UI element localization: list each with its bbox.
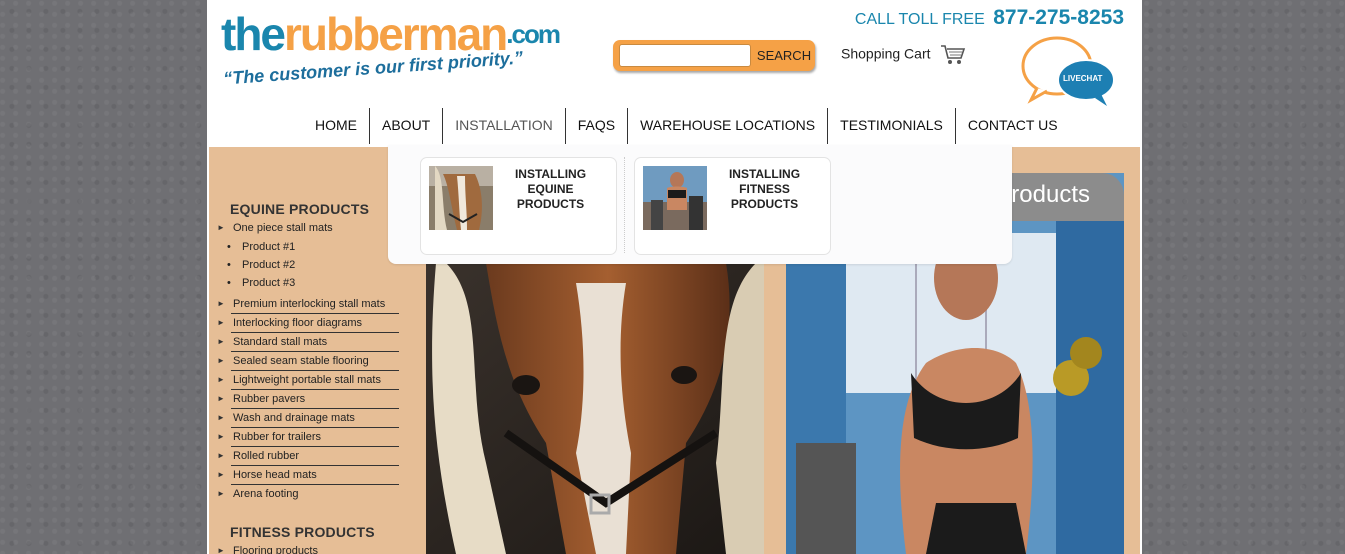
sidebar-item-label: Sealed seam stable flooring [233, 355, 369, 367]
fitness-banner-title: roducts [1011, 181, 1090, 208]
livechat-label: LIVECHAT [1063, 74, 1103, 83]
bullet-arrow-icon: ► [217, 337, 225, 346]
bullet-arrow-icon: ► [217, 470, 225, 479]
bullet-arrow-icon: ► [217, 413, 225, 422]
sidebar-subitem-label: Product #2 [242, 259, 296, 271]
dropdown-separator [624, 157, 625, 253]
bullet-arrow-icon: ► [217, 394, 225, 403]
sidebar-item[interactable]: ► Flooring products [209, 542, 399, 554]
sidebar-item-label: One piece stall mats [233, 222, 333, 234]
sidebar-subitem-label: Product #1 [242, 241, 296, 253]
sidebar-item[interactable]: ► Premium interlocking stall mats [209, 295, 399, 314]
bullet-dot-icon: • [227, 277, 231, 289]
sidebar-heading-equine: EQUINE PRODUCTS [230, 201, 370, 217]
horse-image [426, 263, 764, 554]
shopping-cart-label: Shopping Cart [841, 45, 931, 62]
bullet-dot-icon: • [227, 259, 231, 271]
dropdown-item-label: INSTALLING FITNESS PRODUCTS [728, 167, 801, 211]
nav-warehouse-locations[interactable]: WAREHOUSE LOCATIONS [627, 108, 827, 144]
sidebar-item[interactable]: ► One piece stall mats [209, 219, 399, 238]
nav-testimonials[interactable]: TESTIMONIALS [827, 108, 955, 144]
search-input[interactable] [619, 44, 751, 67]
bullet-arrow-icon: ► [217, 546, 225, 554]
bullet-arrow-icon: ► [217, 451, 225, 460]
equine-products-photo[interactable] [426, 263, 764, 554]
bullet-arrow-icon: ► [217, 318, 225, 327]
sidebar-item-label: Rubber pavers [233, 393, 306, 405]
sidebar-item[interactable]: ► Rubber pavers [209, 390, 399, 409]
fitness-thumbnail [643, 166, 707, 230]
bullet-arrow-icon: ► [217, 299, 225, 308]
installation-dropdown: INSTALLING EQUINE PRODUCTS INSTALLING FI… [388, 145, 1012, 264]
nav-installation[interactable]: INSTALLATION [442, 108, 565, 144]
bullet-dot-icon: • [227, 241, 231, 253]
dropdown-item-installing-fitness[interactable]: INSTALLING FITNESS PRODUCTS [634, 157, 831, 255]
sidebar-item-label: Arena footing [233, 488, 299, 500]
main-nav: HOME ABOUT INSTALLATION FAQS WAREHOUSE L… [303, 108, 1070, 144]
sidebar-item-label: Interlocking floor diagrams [233, 317, 363, 329]
search-bar: SEARCH [613, 40, 815, 71]
site-logo[interactable]: therubberman.com “The customer is our fi… [221, 8, 561, 98]
sidebar-subitem[interactable]: • Product #3 [209, 274, 399, 292]
sidebar-item[interactable]: ► Interlocking floor diagrams [209, 314, 399, 333]
livechat-button[interactable]: LIVECHAT [1017, 36, 1117, 108]
toll-free-phone: CALL TOLL FREE 877-275-8253 [855, 6, 1124, 30]
sidebar-subitem[interactable]: • Product #1 [209, 238, 399, 256]
sidebar-item-label: Horse head mats [233, 469, 317, 481]
sidebar-item-label: Lightweight portable stall mats [233, 374, 381, 386]
bullet-arrow-icon: ► [217, 356, 225, 365]
bullet-arrow-icon: ► [217, 375, 225, 384]
sidebar-heading-fitness: FITNESS PRODUCTS [230, 524, 375, 540]
sidebar-item[interactable]: ► Horse head mats [209, 466, 399, 485]
sidebar-item[interactable]: ► Arena footing [209, 485, 399, 504]
shopping-cart-icon [941, 45, 966, 64]
nav-about[interactable]: ABOUT [369, 108, 442, 144]
sidebar-item[interactable]: ► Rubber for trailers [209, 428, 399, 447]
shopping-cart-link[interactable]: Shopping Cart [841, 44, 966, 66]
bullet-arrow-icon: ► [217, 489, 225, 498]
search-button[interactable]: SEARCH [753, 40, 815, 71]
sidebar-item-label: Standard stall mats [233, 336, 328, 348]
sidebar-item[interactable]: ► Sealed seam stable flooring [209, 352, 399, 371]
sidebar-item-label: Flooring products [233, 545, 318, 554]
horse-thumbnail [429, 166, 493, 230]
bullet-arrow-icon: ► [217, 432, 225, 441]
sidebar-item-label: Premium interlocking stall mats [233, 298, 386, 310]
nav-contact-us[interactable]: CONTACT US [954, 108, 1070, 144]
nav-home[interactable]: HOME [303, 108, 369, 144]
sidebar-fitness-section: FITNESS PRODUCTS ► Flooring products [209, 524, 399, 554]
sidebar-item-label: Wash and drainage mats [233, 412, 355, 424]
sidebar-item-label: Rubber for trailers [233, 431, 322, 443]
nav-faqs[interactable]: FAQS [564, 108, 627, 144]
sidebar-item[interactable]: ► Standard stall mats [209, 333, 399, 352]
page-container: therubberman.com “The customer is our fi… [207, 0, 1142, 554]
toll-free-label: CALL TOLL FREE [854, 11, 985, 28]
dropdown-item-installing-equine[interactable]: INSTALLING EQUINE PRODUCTS [420, 157, 617, 255]
sidebar: EQUINE PRODUCTS ► One piece stall mats •… [209, 201, 399, 504]
phone-number[interactable]: 877-275-8253 [993, 6, 1124, 29]
sidebar-item[interactable]: ► Rolled rubber [209, 447, 399, 466]
chat-bubble-icon [1021, 36, 1115, 106]
sidebar-subitem-label: Product #3 [242, 277, 296, 289]
sidebar-item[interactable]: ► Lightweight portable stall mats [209, 371, 399, 390]
bullet-arrow-icon: ► [217, 223, 225, 232]
sidebar-item-label: Rolled rubber [233, 450, 300, 462]
sidebar-item[interactable]: ► Wash and drainage mats [209, 409, 399, 428]
dropdown-item-label: INSTALLING EQUINE PRODUCTS [514, 167, 587, 211]
sidebar-subitem[interactable]: • Product #2 [209, 256, 399, 274]
